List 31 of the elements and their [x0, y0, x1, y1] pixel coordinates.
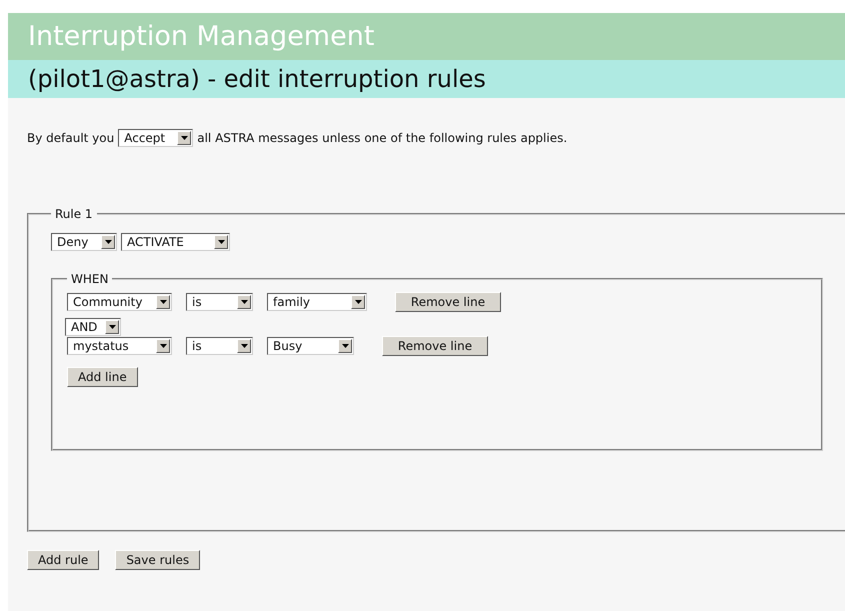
page-subtitle: (pilot1@astra) - edit interruption rules [28, 65, 486, 93]
caret-icon [214, 235, 228, 249]
dropdown[interactable]: Deny [51, 233, 117, 251]
remove-line-button[interactable]: Remove line [382, 336, 488, 356]
page-title: Interruption Management [28, 21, 374, 52]
dropdown[interactable]: is [186, 337, 253, 355]
dropdown[interactable]: AND [65, 318, 121, 336]
dropdown[interactable]: ACTIVATE [121, 233, 230, 251]
sentence-text: By default you [27, 130, 114, 144]
dropdown[interactable]: mystatus [67, 337, 172, 355]
when-legend: WHEN [67, 272, 112, 286]
dropdown[interactable]: is [186, 293, 253, 311]
caret-icon [177, 130, 192, 144]
sentence-text: all ASTRA messages unless one of the following rules applies. [197, 130, 568, 144]
form-button[interactable]: Add rule [27, 550, 100, 570]
caret-icon [105, 320, 119, 334]
dropdown[interactable]: Accept [118, 128, 194, 146]
caret-icon [237, 339, 251, 353]
caret-icon [237, 295, 251, 309]
dropdown[interactable]: family [267, 293, 367, 311]
rule-legend: Rule 1 [51, 207, 97, 221]
add-line-button[interactable]: Add line [67, 367, 138, 387]
form-button[interactable]: Save rules [115, 550, 200, 570]
caret-icon [338, 339, 352, 353]
caret-icon [101, 235, 115, 249]
caret-icon [156, 295, 170, 309]
caret-icon [351, 295, 365, 309]
remove-line-button[interactable]: Remove line [395, 292, 501, 312]
caret-icon [156, 339, 170, 353]
dropdown[interactable]: Community [67, 293, 172, 311]
dropdown[interactable]: Busy [267, 337, 354, 355]
